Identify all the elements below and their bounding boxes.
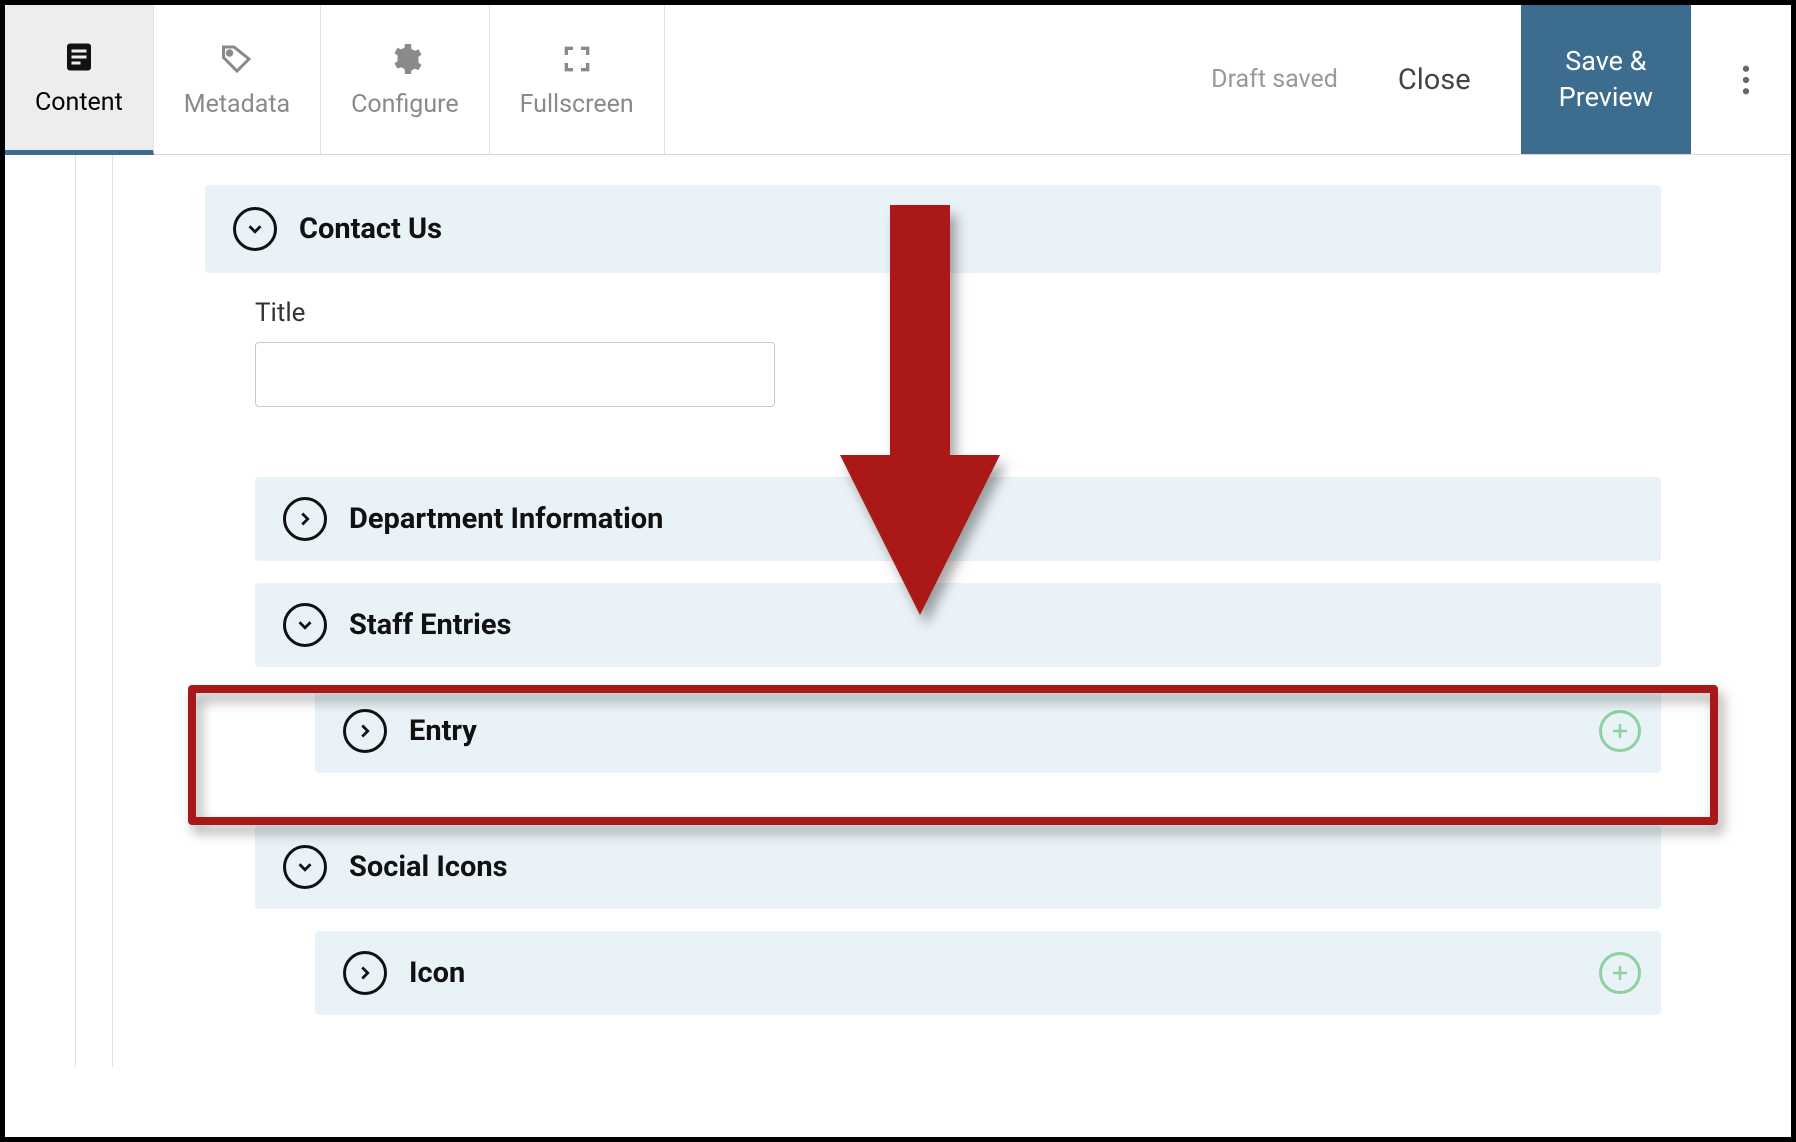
section-title: Entry bbox=[409, 714, 477, 748]
chevron-right-icon bbox=[294, 508, 316, 530]
chevron-right-icon bbox=[354, 962, 376, 984]
content-icon bbox=[60, 38, 98, 76]
chevron-down-icon bbox=[244, 218, 266, 240]
field-label: Title bbox=[255, 298, 1661, 328]
collapse-toggle[interactable] bbox=[233, 207, 277, 251]
tab-label: Fullscreen bbox=[520, 90, 634, 119]
tag-icon bbox=[218, 40, 256, 78]
chevron-down-icon bbox=[294, 856, 316, 878]
add-entry-button[interactable] bbox=[1599, 710, 1641, 752]
section-contact-us[interactable]: Contact Us bbox=[205, 185, 1661, 273]
gear-icon bbox=[386, 40, 424, 78]
draft-status: Draft saved bbox=[1211, 65, 1338, 94]
content-editor: Contact Us Title Department Information … bbox=[5, 155, 1791, 1067]
kebab-icon bbox=[1742, 65, 1750, 95]
save-preview-button[interactable]: Save & Preview bbox=[1521, 5, 1691, 154]
section-department-information[interactable]: Department Information bbox=[255, 477, 1661, 561]
tab-label: Configure bbox=[351, 90, 459, 119]
field-title: Title bbox=[255, 298, 1661, 407]
tab-label: Content bbox=[35, 88, 123, 117]
chevron-down-icon bbox=[294, 614, 316, 636]
more-menu-button[interactable] bbox=[1721, 5, 1771, 154]
collapse-toggle[interactable] bbox=[283, 845, 327, 889]
add-icon-button[interactable] bbox=[1599, 952, 1641, 994]
section-icon[interactable]: Icon bbox=[315, 931, 1661, 1015]
tab-content[interactable]: Content bbox=[5, 5, 154, 155]
section-title: Icon bbox=[409, 956, 465, 990]
section-social-icons[interactable]: Social Icons bbox=[255, 825, 1661, 909]
toolbar-tabs: Content Metadata Configure Fullscreen bbox=[5, 5, 665, 154]
title-input[interactable] bbox=[255, 342, 775, 407]
section-title: Staff Entries bbox=[349, 608, 511, 642]
plus-icon bbox=[1608, 961, 1632, 985]
editor-toolbar: Content Metadata Configure Fullscreen Dr… bbox=[5, 5, 1791, 155]
section-title: Contact Us bbox=[299, 212, 442, 246]
close-button[interactable]: Close bbox=[1378, 63, 1491, 97]
tab-metadata[interactable]: Metadata bbox=[154, 5, 321, 154]
chevron-right-icon bbox=[354, 720, 376, 742]
section-entry[interactable]: Entry bbox=[315, 689, 1661, 773]
section-staff-entries[interactable]: Staff Entries bbox=[255, 583, 1661, 667]
tab-label: Metadata bbox=[184, 90, 290, 119]
section-title: Social Icons bbox=[349, 850, 508, 884]
expand-toggle[interactable] bbox=[283, 497, 327, 541]
tree-guide-lines bbox=[75, 155, 113, 1067]
fullscreen-icon bbox=[558, 40, 596, 78]
plus-icon bbox=[1608, 719, 1632, 743]
expand-toggle[interactable] bbox=[343, 709, 387, 753]
section-title: Department Information bbox=[349, 502, 663, 536]
collapse-toggle[interactable] bbox=[283, 603, 327, 647]
tab-configure[interactable]: Configure bbox=[321, 5, 490, 154]
toolbar-actions: Draft saved Close Save & Preview bbox=[1211, 5, 1791, 154]
tab-fullscreen[interactable]: Fullscreen bbox=[490, 5, 665, 154]
expand-toggle[interactable] bbox=[343, 951, 387, 995]
